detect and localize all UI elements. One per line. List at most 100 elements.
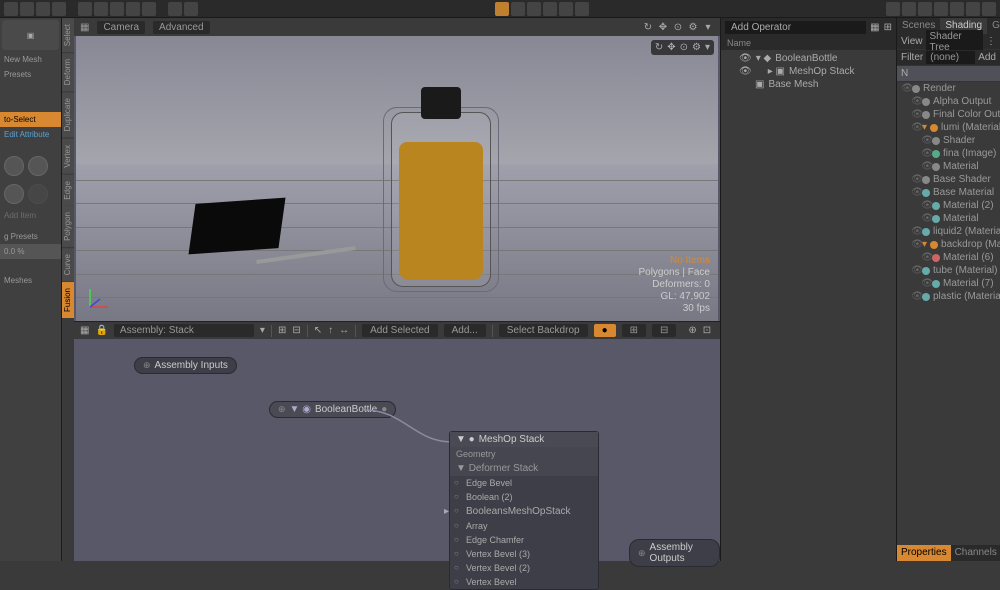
percent-field[interactable]: 0.0 % (0, 244, 61, 259)
shading-tree-row[interactable]: 👁Material (6) (897, 251, 1000, 264)
tool-icon[interactable] (78, 2, 92, 16)
shading-tree-row[interactable]: 👁Material (2) (897, 199, 1000, 212)
node-menu-icon[interactable]: ▦ (80, 325, 89, 336)
filter-dropdown[interactable]: (none) (926, 51, 975, 64)
node-mode-button[interactable]: ⊟ (652, 324, 676, 337)
layout-icon[interactable] (966, 2, 980, 16)
tool-sphere-icon[interactable] (4, 156, 24, 176)
tool-icon[interactable] (126, 2, 140, 16)
shading-tree[interactable]: 👁Render👁Alpha Output👁Final Color Output👁… (897, 82, 1000, 545)
shading-tree-row[interactable]: 👁Render (897, 82, 1000, 95)
shading-tree-row[interactable]: 👁Final Color Output (897, 108, 1000, 121)
tool-sphere-icon[interactable] (28, 156, 48, 176)
add-item[interactable]: Add Item (0, 208, 61, 223)
meshes-label[interactable]: Meshes (0, 273, 61, 288)
tool-icon[interactable] (110, 2, 124, 16)
vtab-deform[interactable]: Deform (62, 53, 74, 91)
assembly-dropdown[interactable]: Assembly: Stack (114, 324, 254, 337)
mode-icon[interactable] (543, 2, 557, 16)
mode-icon[interactable] (559, 2, 573, 16)
vtab-duplicate[interactable]: Duplicate (62, 92, 74, 137)
tool-icon[interactable] (20, 2, 34, 16)
tool-icon[interactable] (168, 2, 182, 16)
layout-icon[interactable] (886, 2, 900, 16)
shading-tree-row[interactable]: 👁▾lumi (Material) (897, 121, 1000, 134)
vtab-curve[interactable]: Curve (62, 248, 74, 281)
mode-icon[interactable] (511, 2, 525, 16)
shading-tree-row[interactable]: 👁Material (897, 160, 1000, 173)
mode-icon[interactable] (527, 2, 541, 16)
viewport-menu-icon[interactable]: ▦ (80, 22, 89, 33)
shading-tree-row[interactable]: 👁tube (Material) (897, 264, 1000, 277)
mode-icon[interactable] (495, 2, 509, 16)
panel-icon[interactable]: ⊞ (884, 22, 892, 33)
layout-icon[interactable] (918, 2, 932, 16)
vtab-fusion[interactable]: Fusion (62, 282, 74, 318)
tab-groups[interactable]: Groups (987, 18, 1000, 34)
layout-icon[interactable] (950, 2, 964, 16)
shading-tree-row[interactable]: 👁liquid2 (Material) (897, 225, 1000, 238)
tool-icon[interactable] (142, 2, 156, 16)
camera-dropdown[interactable]: Camera (97, 21, 145, 34)
tool-icon[interactable] (4, 2, 18, 16)
select-backdrop-button[interactable]: Select Backdrop (499, 324, 588, 337)
add-selected-button[interactable]: Add Selected (362, 324, 438, 337)
shading-tree-row[interactable]: 👁Shader (897, 134, 1000, 147)
node-layout-icon[interactable]: ⊟ (292, 325, 300, 336)
layout-icon[interactable] (982, 2, 996, 16)
node-meshop-stack[interactable]: ▼ ●MeshOp Stack Geometry ▼ Deformer Stac… (449, 431, 599, 590)
node-graph[interactable]: Assembly Inputs ▼ ◉BooleanBottle● ▼ ●Mes… (74, 339, 720, 561)
add-button[interactable]: Add (978, 52, 996, 63)
btab-channels[interactable]: Channels (951, 545, 1000, 561)
btab-properties[interactable]: Properties (897, 545, 951, 561)
shading-tree-row[interactable]: 👁Alpha Output (897, 95, 1000, 108)
vtab-select[interactable]: Select (62, 18, 74, 52)
vp-settings-icon[interactable]: ⚙ (687, 21, 699, 33)
shading-tree-row[interactable]: 👁▾backdrop (Material) (897, 238, 1000, 251)
shading-tree-row[interactable]: 👁Base Shader (897, 173, 1000, 186)
node-nav-icon[interactable]: ▾ (260, 325, 265, 336)
node-arrow-icon[interactable]: ↔ (339, 325, 349, 336)
shading-tree-row[interactable]: 👁fina (Image) (897, 147, 1000, 160)
panel-icon[interactable]: ▦ (870, 22, 879, 33)
shading-tree-row[interactable]: 👁Material (7) (897, 277, 1000, 290)
auto-select-item[interactable]: to-Select (0, 112, 61, 127)
node-boolean-bottle[interactable]: ▼ ◉BooleanBottle● (269, 401, 396, 418)
edit-attribute-item[interactable]: Edit Attribute (0, 127, 61, 142)
viewport-nav-widget[interactable]: ↻✥⊙⚙▾ (651, 40, 714, 55)
node-mode-button[interactable]: ⊞ (622, 324, 646, 337)
node-arrow-icon[interactable]: ↑ (328, 325, 333, 336)
viewport-3d[interactable]: ↻✥⊙⚙▾ No Items Polygons | Face Deformers… (76, 36, 718, 321)
presets-label[interactable]: Presets (0, 67, 61, 82)
advanced-dropdown[interactable]: Advanced (153, 21, 209, 34)
vp-zoom-icon[interactable]: ⊙ (672, 21, 684, 33)
vp-dropdown-icon[interactable]: ▾ (702, 21, 714, 33)
node-layout-icon[interactable]: ⊞ (278, 325, 286, 336)
add-button[interactable]: Add... (444, 324, 486, 337)
presets2-label[interactable]: g Presets (0, 229, 61, 244)
tool-sphere-icon[interactable] (28, 184, 48, 204)
layout-icon[interactable] (902, 2, 916, 16)
vtab-polygon[interactable]: Polygon (62, 206, 74, 247)
tool-icon[interactable] (94, 2, 108, 16)
node-assembly-outputs[interactable]: Assembly Outputs (629, 539, 720, 567)
view-menu-icon[interactable]: ⋮ (986, 36, 996, 47)
axis-gizmo-icon[interactable] (84, 283, 114, 313)
add-operator-dropdown[interactable]: Add Operator (725, 21, 866, 34)
tool-icon[interactable] (36, 2, 50, 16)
tool-icon[interactable] (184, 2, 198, 16)
vtab-vertex[interactable]: Vertex (62, 139, 74, 174)
mode-icon[interactable] (575, 2, 589, 16)
vp-rotate-icon[interactable]: ↻ (642, 21, 654, 33)
node-mode-button[interactable]: ● (594, 324, 616, 337)
vp-pan-icon[interactable]: ✥ (657, 21, 669, 33)
shading-tree-row[interactable]: 👁plastic (Material) (897, 290, 1000, 303)
node-lock-icon[interactable]: 🔒 (95, 325, 107, 336)
outliner-tree[interactable]: 👁▾ ◆BooleanBottle 👁▸ ▣MeshOp Stack ▣Base… (721, 50, 896, 561)
tool-icon[interactable] (52, 2, 66, 16)
new-mesh-thumb[interactable]: ▣ (2, 20, 59, 50)
shading-tree-row[interactable]: 👁Base Material (897, 186, 1000, 199)
vtab-edge[interactable]: Edge (62, 175, 74, 206)
node-fit-icon[interactable]: ⊡ (703, 325, 711, 336)
node-arrow-icon[interactable]: ↖ (314, 325, 322, 336)
